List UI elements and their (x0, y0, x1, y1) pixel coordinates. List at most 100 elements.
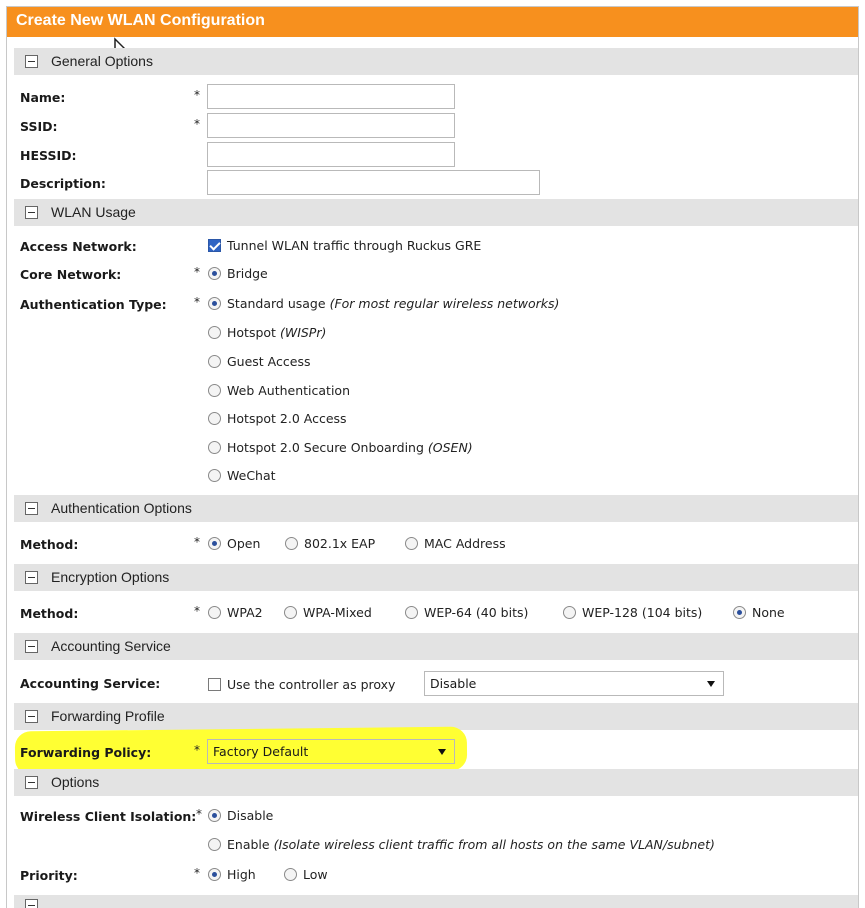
radio-label: Bridge (227, 266, 268, 281)
dropdown-arrow-icon[interactable] (438, 749, 446, 755)
section-authentication-options[interactable]: Authentication Options (14, 495, 858, 522)
auth-method-open-radio[interactable]: Open (208, 536, 260, 551)
radio-label: Web Authentication (227, 383, 350, 398)
authentication-type-label: Authentication Type: (20, 297, 167, 312)
collapse-icon[interactable] (25, 55, 38, 68)
required-mark: * (194, 117, 200, 131)
radio-label: Disable (227, 808, 274, 823)
radio-unselected-icon[interactable] (284, 868, 297, 881)
access-network-checkbox-row[interactable]: Tunnel WLAN traffic through Ruckus GRE (208, 238, 481, 253)
accounting-proxy-checkbox-row[interactable]: Use the controller as proxy (208, 677, 395, 692)
radio-unselected-icon[interactable] (208, 469, 221, 482)
radio-label: Hotspot 2.0 Secure Onboarding (227, 440, 424, 455)
required-mark: * (194, 604, 200, 618)
auth-type-standard-radio[interactable]: Standard usage (For most regular wireles… (208, 296, 559, 311)
collapse-icon[interactable] (25, 571, 38, 584)
checkbox-unchecked-icon[interactable] (208, 678, 221, 691)
name-input[interactable] (207, 84, 455, 109)
auth-type-web-auth-radio[interactable]: Web Authentication (208, 383, 350, 398)
priority-low-radio[interactable]: Low (284, 867, 328, 882)
window-title: Create New WLAN Configuration (7, 7, 858, 37)
auth-method-label: Method: (20, 537, 79, 552)
dropdown-arrow-icon[interactable] (707, 681, 715, 687)
collapse-icon[interactable] (25, 206, 38, 219)
checkbox-checked-icon[interactable] (208, 239, 221, 252)
radio-unselected-icon[interactable] (405, 606, 418, 619)
collapse-icon[interactable] (25, 710, 38, 723)
radio-selected-icon[interactable] (733, 606, 746, 619)
priority-high-radio[interactable]: High (208, 867, 256, 882)
auth-type-guest-access-radio[interactable]: Guest Access (208, 354, 310, 369)
radio-unselected-icon[interactable] (208, 384, 221, 397)
radio-selected-icon[interactable] (208, 537, 221, 550)
section-forwarding-profile[interactable]: Forwarding Profile (14, 703, 858, 730)
ssid-input[interactable] (207, 113, 455, 138)
radio-selected-icon[interactable] (208, 267, 221, 280)
radio-unselected-icon[interactable] (208, 441, 221, 454)
radio-unselected-icon[interactable] (208, 838, 221, 851)
section-title: Accounting Service (51, 638, 171, 654)
radio-unselected-icon[interactable] (208, 326, 221, 339)
isolation-enable-radio[interactable]: Enable (Isolate wireless client traffic … (208, 837, 715, 852)
section-title: Forwarding Profile (51, 708, 165, 724)
collapse-icon[interactable] (25, 776, 38, 789)
accounting-select[interactable]: Disable (424, 671, 724, 696)
radio-unselected-icon[interactable] (208, 606, 221, 619)
radio-label: Hotspot 2.0 Access (227, 411, 347, 426)
encryption-wep64-radio[interactable]: WEP-64 (40 bits) (405, 605, 528, 620)
priority-label: Priority: (20, 868, 78, 883)
collapse-icon[interactable] (25, 502, 38, 515)
name-label: Name: (20, 90, 66, 105)
select-value: Disable (430, 676, 477, 691)
radio-unselected-icon[interactable] (284, 606, 297, 619)
access-network-label: Access Network: (20, 239, 137, 254)
radio-label: WPA-Mixed (303, 605, 372, 620)
radio-unselected-icon[interactable] (405, 537, 418, 550)
radio-selected-icon[interactable] (208, 297, 221, 310)
radio-selected-icon[interactable] (208, 809, 221, 822)
auth-type-wechat-radio[interactable]: WeChat (208, 468, 276, 483)
section-encryption-options[interactable]: Encryption Options (14, 564, 858, 591)
core-network-bridge-radio[interactable]: Bridge (208, 266, 268, 281)
radio-label: WPA2 (227, 605, 263, 620)
radio-selected-icon[interactable] (208, 868, 221, 881)
encryption-none-radio[interactable]: None (733, 605, 785, 620)
radio-label: WEP-64 (40 bits) (424, 605, 529, 620)
encryption-wpa2-radio[interactable]: WPA2 (208, 605, 263, 620)
section-title: Encryption Options (51, 569, 170, 585)
section-radius-options-partial[interactable] (14, 895, 858, 908)
collapse-icon[interactable] (25, 899, 38, 908)
radio-unselected-icon[interactable] (285, 537, 298, 550)
radio-label: Low (303, 867, 328, 882)
access-network-option: Tunnel WLAN traffic through Ruckus GRE (227, 238, 482, 253)
auth-type-osen-radio[interactable]: Hotspot 2.0 Secure Onboarding (OSEN) (208, 440, 473, 455)
required-mark: * (194, 295, 200, 309)
radio-unselected-icon[interactable] (208, 355, 221, 368)
hessid-input[interactable] (207, 142, 455, 167)
required-mark: * (194, 866, 200, 880)
radio-label: Open (227, 536, 261, 551)
accounting-service-label: Accounting Service: (20, 676, 161, 691)
section-accounting-service[interactable]: Accounting Service (14, 633, 858, 660)
section-wlan-usage[interactable]: WLAN Usage (14, 199, 858, 226)
radio-label: MAC Address (424, 536, 506, 551)
radio-note: (Isolate wireless client traffic from al… (273, 837, 715, 852)
encryption-method-label: Method: (20, 606, 79, 621)
radio-note: (OSEN) (427, 440, 473, 455)
collapse-icon[interactable] (25, 640, 38, 653)
auth-method-8021x-radio[interactable]: 802.1x EAP (285, 536, 375, 551)
select-value: Factory Default (213, 744, 309, 759)
forwarding-policy-select[interactable]: Factory Default (207, 739, 455, 764)
radio-label: Enable (227, 837, 270, 852)
auth-type-hotspot20-radio[interactable]: Hotspot 2.0 Access (208, 411, 347, 426)
auth-type-hotspot-radio[interactable]: Hotspot (WISPr) (208, 325, 326, 340)
section-options[interactable]: Options (14, 769, 858, 796)
auth-method-mac-radio[interactable]: MAC Address (405, 536, 506, 551)
encryption-wpa-mixed-radio[interactable]: WPA-Mixed (284, 605, 372, 620)
isolation-disable-radio[interactable]: Disable (208, 808, 273, 823)
radio-unselected-icon[interactable] (563, 606, 576, 619)
description-input[interactable] (207, 170, 540, 195)
section-general-options[interactable]: General Options (14, 48, 858, 75)
encryption-wep128-radio[interactable]: WEP-128 (104 bits) (563, 605, 702, 620)
radio-unselected-icon[interactable] (208, 412, 221, 425)
